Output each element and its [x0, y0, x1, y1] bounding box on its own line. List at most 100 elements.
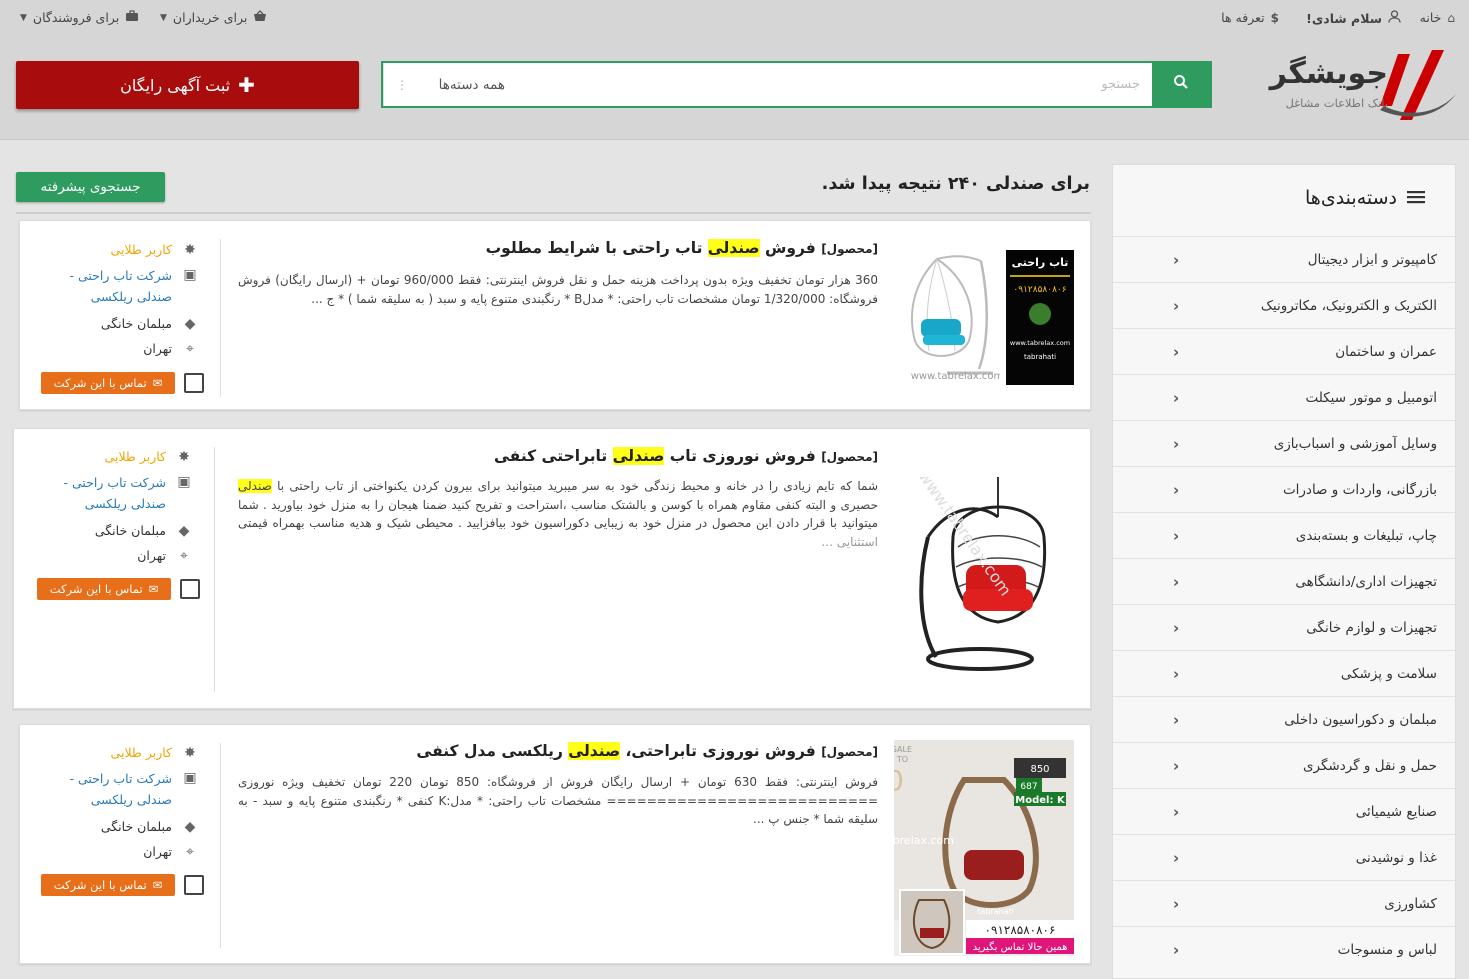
product-image[interactable]: www.tabrelax.com	[908, 477, 1068, 677]
svg-text:www.tabrelax.com: www.tabrelax.com	[915, 477, 1016, 599]
envelope-icon: ✉	[148, 582, 159, 596]
category-select[interactable]: همه دسته‌ها ⋮	[383, 63, 517, 106]
sidebar-category-item[interactable]: سلامت و پزشکی ‹	[1113, 650, 1455, 696]
tags-icon: ◆	[184, 819, 196, 835]
listing-description: فروش اینترنتی: فقط 630 تومان + ارسال رای…	[238, 775, 878, 826]
envelope-icon: ✉	[152, 878, 163, 892]
category-label: عمران و ساختمان	[1335, 343, 1437, 360]
product-image[interactable]: www.tabrelax.com	[897, 251, 1003, 384]
company-link[interactable]: شرکت تاب راحتی - صندلی ریلکسی	[29, 472, 166, 514]
advanced-search-button[interactable]: جستجوی پیشرفته	[16, 172, 165, 202]
sidebar-category-item[interactable]: غذا و نوشیدنی ‹	[1113, 834, 1455, 880]
category-label: تجهیزات اداری/دانشگاهی	[1295, 573, 1437, 590]
compare-checkbox[interactable]	[180, 579, 200, 599]
basket-icon	[253, 10, 267, 25]
sidebar-category-item[interactable]: کشاورزی ‹	[1113, 880, 1455, 926]
listing-title[interactable]: [محصول] فروش نوروزی تاب صندلی تابراحتی ک…	[494, 447, 878, 465]
compare-checkbox[interactable]	[184, 373, 204, 393]
logo-mark[interactable]	[1378, 48, 1458, 122]
svg-text:www.tabrelax.com: www.tabrelax.com	[911, 371, 1000, 382]
tags-icon: ◆	[178, 523, 190, 539]
user-icon	[1388, 10, 1401, 26]
caret-down-icon: ▼	[20, 12, 27, 23]
sellers-menu[interactable]: برای فروشندگان ▼	[20, 10, 139, 25]
contact-company-button[interactable]: ✉ تماس با این شرکت	[37, 578, 171, 600]
product-poster[interactable]: تاب راحتی ۰۹۱۲۸۵۸۰۸۰۶ www.tabrelax.com t…	[1006, 250, 1074, 385]
sidebar-category-item[interactable]: اتومبیل و موتور سیکلت ‹	[1113, 374, 1455, 420]
briefcase-icon	[125, 10, 139, 25]
chevron-left-icon: ‹	[1173, 848, 1180, 867]
category-label: اتومبیل و موتور سیکلت	[1305, 389, 1438, 406]
contact-company-button[interactable]: ✉ تماس با این شرکت	[41, 372, 175, 394]
sidebar-category-item[interactable]: عمران و ساختمان ‹	[1113, 328, 1455, 374]
seller-info: ✸ کاربر طلایی ▣ شرکت تاب راحتی - صندلی ریل…	[35, 242, 200, 366]
category-label: لباس و منسوجات	[1337, 941, 1437, 958]
chevron-left-icon: ‹	[1173, 756, 1180, 775]
logo-subtitle: بانک اطلاعات مشاغل	[1285, 96, 1388, 110]
result-card: SALE UP TO 20 850 687 Model: K www.tabre…	[19, 724, 1091, 964]
svg-text:tabrahati: tabrahati	[977, 907, 1014, 916]
chevron-left-icon: ‹	[1173, 894, 1180, 913]
home-link[interactable]: ⌂ خانه	[1420, 10, 1455, 25]
category-label: کامپیوتر و ابزار دیجیتال	[1307, 251, 1437, 268]
sidebar-category-item[interactable]: حمل و نقل و گردشگری ‹	[1113, 742, 1455, 788]
briefcase-icon: ▣	[183, 770, 197, 786]
svg-text:687: 687	[1020, 782, 1037, 792]
sidebar-title: دسته‌بندی‌ها	[1305, 187, 1425, 209]
tariff-link[interactable]: $ تعرفه ها	[1221, 10, 1279, 25]
svg-text:همین حالا تماس بگیرید: همین حالا تماس بگیرید	[973, 941, 1068, 953]
category-label: کشاورزی	[1384, 895, 1437, 912]
buyers-menu[interactable]: برای خریداران ▼	[160, 10, 267, 25]
sidebar-category-item[interactable]: لباس و منسوجات ‹	[1113, 926, 1455, 972]
seller-info: ✸ کاربر طلایی ▣ شرکت تاب راحتی - صندلی ریل…	[29, 449, 194, 573]
sidebar-category-item[interactable]: کامپیوتر و ابزار دیجیتال ‹	[1113, 236, 1455, 282]
chevron-left-icon: ‹	[1173, 802, 1180, 821]
user-greeting[interactable]: سلام شادی!	[1306, 10, 1401, 26]
chevron-left-icon: ‹	[1173, 434, 1180, 453]
svg-text:20: 20	[894, 764, 904, 797]
dollar-icon: $	[1270, 10, 1279, 25]
sidebar-category-item[interactable]: وسایل آموزشی و اسباب‌بازی ‹	[1113, 420, 1455, 466]
sidebar-category-item[interactable]: صنایع شیمیائی ‹	[1113, 788, 1455, 834]
search-icon	[1173, 74, 1189, 95]
logo-name: جویشگر	[1269, 56, 1388, 91]
envelope-icon: ✉	[152, 376, 163, 390]
category-label: بازرگانی، واردات و صادرات	[1282, 481, 1437, 498]
sidebar-category-item[interactable]: بازرگانی، واردات و صادرات ‹	[1113, 466, 1455, 512]
sidebar-category-item[interactable]: الکتریک و الکترونیک، مکاترونیک ‹	[1113, 282, 1455, 328]
compare-checkbox[interactable]	[184, 875, 204, 895]
category-label: حمل و نقل و گردشگری	[1302, 757, 1437, 774]
map-pin-icon: ⌖	[186, 844, 194, 860]
chevron-left-icon: ‹	[1173, 526, 1180, 545]
contact-company-button[interactable]: ✉ تماس با این شرکت	[41, 874, 175, 896]
sidebar-category-item[interactable]: مبلمان و دکوراسیون داخلی ‹	[1113, 696, 1455, 742]
svg-text:۰۹۱۲۸۵۸۰۸۰۶: ۰۹۱۲۸۵۸۰۸۰۶	[985, 923, 1056, 937]
sidebar-category-item[interactable]: تجهیزات و لوازم خانگی ‹	[1113, 604, 1455, 650]
sidebar-category-item[interactable]: تجهیزات اداری/دانشگاهی ‹	[1113, 558, 1455, 604]
dots-icon: ⋮	[396, 77, 408, 92]
search-input[interactable]	[517, 63, 1152, 106]
product-poster[interactable]: SALE UP TO 20 850 687 Model: K www.tabre…	[894, 740, 1074, 956]
svg-text:www.tabrelax.com: www.tabrelax.com	[894, 834, 954, 847]
listing-title[interactable]: [محصول] فروش صندلی تاب راحتی با شرایط مط…	[486, 239, 878, 257]
seller-info: ✸ کاربر طلایی ▣ شرکت تاب راحتی - صندلی ریل…	[35, 745, 200, 869]
company-link[interactable]: شرکت تاب راحتی - صندلی ریلکسی	[35, 265, 172, 307]
divider	[220, 743, 221, 948]
chevron-left-icon: ‹	[1173, 572, 1180, 591]
category-label: تجهیزات و لوازم خانگی	[1306, 619, 1437, 636]
svg-text:850: 850	[1030, 764, 1049, 775]
listing-description: شما که تایم زیادی را در خانه و محیط زندگ…	[238, 479, 878, 549]
menu-icon	[1407, 187, 1425, 209]
chevron-left-icon: ‹	[1173, 940, 1180, 959]
category-label: چاپ، تبلیغات و بسته‌بندی	[1295, 527, 1437, 544]
search-button[interactable]	[1152, 63, 1210, 106]
sidebar-category-item[interactable]: چاپ، تبلیغات و بسته‌بندی ‹	[1113, 512, 1455, 558]
search-bar: همه دسته‌ها ⋮	[381, 61, 1212, 108]
company-link[interactable]: شرکت تاب راحتی - صندلی ریلکسی	[35, 768, 172, 810]
category-label: صنایع شیمیائی	[1355, 803, 1437, 820]
result-card: تاب راحتی ۰۹۱۲۸۵۸۰۸۰۶ www.tabrelax.com t…	[19, 220, 1091, 410]
listing-title[interactable]: [محصول] فروش نوروزی تابراحتی، صندلی ریلک…	[416, 742, 878, 760]
post-ad-button[interactable]: ✚ ثبت آگهی رایگان	[16, 61, 359, 109]
chevron-left-icon: ‹	[1173, 250, 1180, 269]
category-label: الکتریک و الکترونیک، مکاترونیک	[1260, 297, 1437, 314]
